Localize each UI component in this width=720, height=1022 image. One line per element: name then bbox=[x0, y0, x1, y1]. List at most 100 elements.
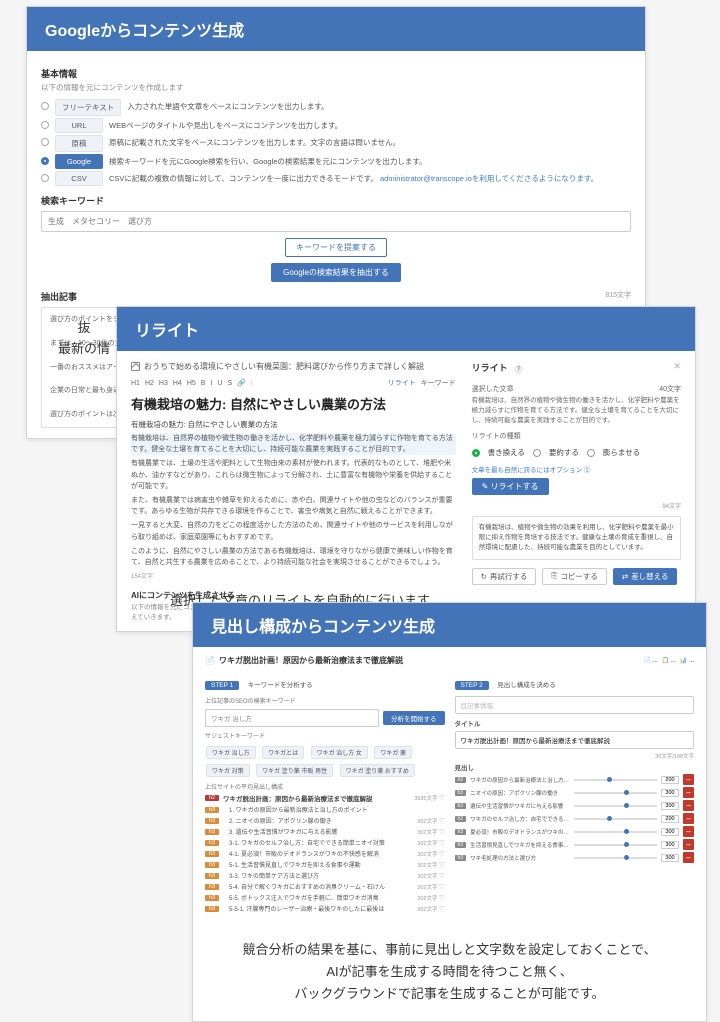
radio-summarize-mode[interactable] bbox=[533, 449, 541, 457]
radio-url[interactable] bbox=[41, 121, 49, 129]
heading-row[interactable]: h3 5-1. 生活習慣見直しでワキガを抑える食事や運動 302文字 ▽ bbox=[205, 860, 445, 869]
article-p4[interactable]: 一見すると大変、自然の力をどこの程度活かした方法のため、関連サイトや他のサービス… bbox=[131, 520, 456, 542]
heading-tag: h2 bbox=[205, 795, 219, 801]
slider-track[interactable] bbox=[574, 779, 657, 781]
tb-underline[interactable]: U bbox=[217, 380, 222, 387]
mode-summarize[interactable]: 要約する bbox=[549, 447, 579, 458]
heading-row[interactable]: h3 5-5-1. 汗腺専門のレーザー治療・最後ワキのしたに最後は 302文字 … bbox=[205, 904, 445, 913]
btn-analyze[interactable]: 分析を開始する bbox=[383, 711, 445, 725]
tab-csv[interactable]: CSV bbox=[55, 171, 103, 186]
btn-retry[interactable]: ↻ 再試行する bbox=[472, 568, 537, 585]
tb-h5[interactable]: H5 bbox=[187, 380, 196, 387]
heading-row[interactable]: h3 5-5. ボトックス注入でワキガを手軽に、簡単ワキガ消臭 302文字 ▽ bbox=[205, 893, 445, 902]
slider-track[interactable] bbox=[574, 805, 657, 807]
slider-value[interactable]: 300 bbox=[661, 841, 679, 849]
delete-icon[interactable]: – bbox=[683, 826, 694, 837]
chip[interactable]: ワキガ 薬 bbox=[374, 746, 412, 759]
heading-tag: h3 bbox=[205, 884, 219, 890]
article-p1-selected[interactable]: 有機栽培は、自然界の植物や微生物の働きを活かし、化学肥料や農薬を極力減らすに作物… bbox=[131, 433, 456, 455]
radio-google[interactable] bbox=[41, 157, 49, 165]
wiz-icon-2[interactable]: 📋 ... bbox=[662, 657, 676, 664]
btn-copy[interactable]: ⎘ コピーする bbox=[542, 568, 607, 585]
radio-draft[interactable] bbox=[41, 138, 49, 146]
slider-value[interactable]: 300 bbox=[661, 789, 679, 797]
article-sub-heading[interactable]: 有機栽培の魅力: 自然にやさしい農業の方法 bbox=[131, 419, 456, 430]
delete-icon[interactable]: – bbox=[683, 839, 694, 850]
mode-rewrite[interactable]: 書き換える bbox=[488, 447, 525, 458]
tab-freetext[interactable]: フリーテキスト bbox=[55, 99, 121, 116]
wiz-icon-3[interactable]: 📊 ... bbox=[680, 657, 694, 664]
heading-row[interactable]: h3 3. 遺伝や生活習慣がワキガに与える影響 302文字 ▽ bbox=[205, 827, 445, 836]
slider-value[interactable]: 300 bbox=[661, 802, 679, 810]
delete-icon[interactable]: – bbox=[683, 852, 694, 863]
tb-h2[interactable]: H2 bbox=[145, 380, 154, 387]
tab-url[interactable]: URL bbox=[55, 118, 103, 133]
tab-draft[interactable]: 原稿 bbox=[55, 135, 103, 152]
tb-keyword-label[interactable]: キーワード bbox=[421, 378, 456, 388]
heading-row[interactable]: h3 3-1. ワキガのセルフ治し方：自宅でできる簡単ニオイ対策 302文字 ▽ bbox=[205, 838, 445, 847]
wiz-icon-1[interactable]: 📄 ... bbox=[644, 657, 658, 664]
slider-track[interactable] bbox=[574, 857, 657, 859]
heading-row[interactable]: h3 3-3. ワキの簡単ケア方法と選び方 302文字 ▽ bbox=[205, 871, 445, 880]
delete-icon[interactable]: – bbox=[683, 774, 694, 785]
delete-icon[interactable]: – bbox=[683, 813, 694, 824]
slider-track[interactable] bbox=[574, 844, 657, 846]
btn-do-rewrite[interactable]: ✎ リライトする bbox=[472, 478, 549, 495]
article-p2[interactable]: 有機農業では、土壌の生活や肥料として生物由来の素材が使われます。代表的なものとし… bbox=[131, 458, 456, 492]
radio-rewrite-mode[interactable] bbox=[472, 449, 480, 457]
heading-tag: h3 bbox=[205, 862, 219, 868]
kw-input[interactable]: 生成 メタセコリー 選び方 bbox=[41, 211, 631, 232]
radio-freetext[interactable] bbox=[41, 102, 49, 110]
tb-h1[interactable]: H1 bbox=[131, 380, 140, 387]
btn-suggest-keywords[interactable]: キーワードを提案する bbox=[285, 238, 387, 257]
tb-italic[interactable]: I bbox=[210, 380, 212, 387]
tb-link-icon[interactable]: 🔗 bbox=[237, 379, 246, 387]
heading-row[interactable]: h2 ワキガ脱出計画：原因から最新治療法まで徹底解説 3935文字 ▽ bbox=[205, 793, 445, 803]
radio-csv[interactable] bbox=[41, 174, 49, 182]
chip[interactable]: ワキガ 対策 bbox=[206, 764, 250, 777]
heading-row[interactable]: h3 2. ニオイの原因：アポクリン腺の働き 302文字 ▽ bbox=[205, 816, 445, 825]
kw-input-field[interactable]: ワキガ 治し方 bbox=[205, 709, 379, 727]
delete-icon[interactable]: – bbox=[683, 800, 694, 811]
tb-rewrite-label[interactable]: リライト bbox=[388, 378, 416, 388]
help-icon[interactable]: ? bbox=[514, 365, 523, 374]
mode-expand[interactable]: 膨らませる bbox=[603, 447, 640, 458]
btn-extract-results[interactable]: Googleの検索結果を抽出する bbox=[271, 263, 401, 282]
option-link[interactable]: 文章を最も自然に誇るにはオプション ② bbox=[472, 464, 681, 474]
article-p3[interactable]: また、有機農業では病害虫や雑草を抑えるために、赤や白、関連サイトや他の虫などのバ… bbox=[131, 495, 456, 517]
slider-track[interactable] bbox=[574, 792, 657, 794]
tb-strike[interactable]: S bbox=[227, 380, 232, 387]
btn-replace[interactable]: ⇄ 差し替える bbox=[613, 568, 678, 585]
tab-google[interactable]: Google bbox=[55, 154, 103, 169]
slider-value[interactable]: 200 bbox=[661, 776, 679, 784]
chip[interactable]: ワキガ 塗り薬 おすすめ bbox=[340, 764, 415, 777]
heading-row[interactable]: h3 4-1. 夏必須！市販のデオドランスがワキの不快感を解消 302文字 ▽ bbox=[205, 849, 445, 858]
tb-bold[interactable]: B bbox=[201, 380, 206, 387]
article-main-heading[interactable]: 有機栽培の魅力: 自然にやさしい農業の方法 bbox=[131, 394, 456, 413]
heading-row[interactable]: h3 1. ワキガの原因から最新治療法と治し方のポイント bbox=[205, 805, 445, 814]
heading-meta: 302文字 ▽ bbox=[417, 861, 444, 869]
document-title[interactable]: おうちで始める環境にやさしい有機菜園：肥料選びから作り方まで詳しく解説 bbox=[144, 361, 424, 372]
slider-track[interactable] bbox=[574, 831, 657, 833]
tb-h4[interactable]: H4 bbox=[173, 380, 182, 387]
wizard-title[interactable]: ワキガ脱出計画！原因から最新治療法まで徹底解説 bbox=[219, 655, 403, 666]
csv-email-link[interactable]: administrator@transcope.ioを利用してくださるようになり… bbox=[380, 174, 598, 183]
hint-input[interactable]: 目記事情報 bbox=[455, 696, 695, 714]
chip[interactable]: ワキガ 塗り薬 市販 男性 bbox=[256, 764, 333, 777]
radio-expand-mode[interactable] bbox=[587, 449, 595, 457]
slider-value[interactable]: 300 bbox=[661, 854, 679, 862]
title-input[interactable]: ワキガ脱出計画！原因から最新治療法まで徹底解説 bbox=[455, 731, 695, 749]
chip[interactable]: ワキガとは bbox=[262, 746, 304, 759]
slider-track[interactable] bbox=[574, 818, 657, 820]
heading-row[interactable]: h3 5-4. 自分で解くワキガにおすすめの消臭クリーム・石けん 302文字 ▽ bbox=[205, 882, 445, 891]
chip[interactable]: ワキガ 治し方 女 bbox=[311, 746, 368, 759]
chip[interactable]: ワキガ 治し方 bbox=[206, 746, 256, 759]
article-p5[interactable]: このように、自然にやさしい農業の方法である有機栽培は、環境を守りながら健康で美味… bbox=[131, 546, 456, 568]
tb-h3[interactable]: H3 bbox=[159, 380, 168, 387]
delete-icon[interactable]: – bbox=[683, 787, 694, 798]
slider-value[interactable]: 300 bbox=[661, 828, 679, 836]
close-icon[interactable]: ✕ bbox=[673, 361, 681, 372]
slider-value[interactable]: 200 bbox=[661, 815, 679, 823]
generated-text-box[interactable]: 有機栽培は、植物や微生物の効果を利用し、化学肥料や農薬を最小限に抑え作物を育培す… bbox=[472, 516, 681, 559]
heading-title: 5-1. 生活習慣見直しでワキガを抑える食事や運動 bbox=[223, 860, 413, 869]
